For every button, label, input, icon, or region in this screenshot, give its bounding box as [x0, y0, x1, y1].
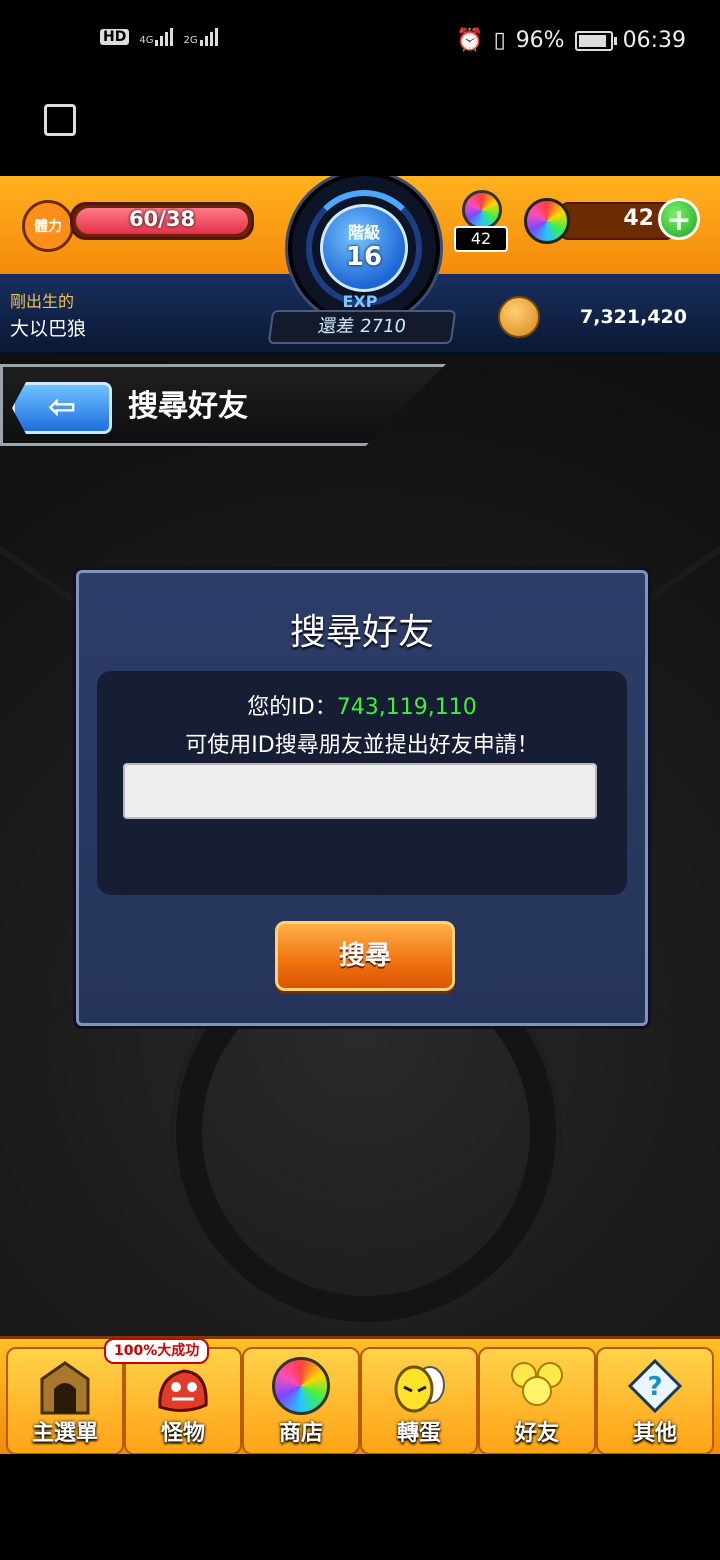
status-bar: HD 4G 2G ⏰ ▯ 96% 06:39	[0, 0, 720, 84]
tab-main-menu[interactable]: 主選單	[6, 1347, 124, 1454]
orb-count: 42	[623, 206, 654, 231]
success-badge: 100%大成功	[104, 1338, 210, 1364]
gold-coin-icon	[498, 296, 540, 338]
tab-others[interactable]: ? 其他	[596, 1347, 714, 1454]
signal-icon: 4G	[139, 28, 174, 46]
tab-label: 其他	[632, 1421, 677, 1446]
orb-icon	[524, 198, 570, 244]
tab-label: 商店	[278, 1421, 323, 1446]
tab-label: 怪物	[160, 1421, 205, 1446]
stamina-bar: 60/38	[70, 202, 254, 240]
gate-icon	[40, 1361, 90, 1415]
alarm-icon: ⏰	[456, 28, 484, 53]
stamina-text: 60/38	[128, 207, 196, 231]
orb-icon	[272, 1357, 330, 1415]
orb-box-count: 42	[454, 226, 508, 252]
player-id-line: 您的ID：743,119,110	[97, 689, 627, 721]
battery-icon	[574, 30, 617, 51]
egg-icon	[394, 1365, 445, 1413]
player-title: 剛出生的	[10, 292, 75, 311]
dialog-content: 您的ID：743,119,110 可使用ID搜尋朋友並提出好友申請！	[97, 671, 627, 895]
gold-amount: 7,321,420	[580, 306, 687, 328]
search-button[interactable]: 搜尋	[275, 921, 455, 991]
id-value: 743,119,110	[336, 695, 477, 720]
recent-apps-icon[interactable]	[44, 104, 76, 136]
rainbow-orb-icon	[462, 190, 502, 230]
exp-remaining: 還差 2710	[267, 310, 457, 344]
monster-icon	[158, 1369, 208, 1412]
battery-percent: 96%	[515, 28, 565, 53]
status-right: ⏰ ▯ 96% 06:39	[456, 28, 686, 53]
tab-friends[interactable]: 好友	[478, 1347, 596, 1454]
rank-value: 16	[345, 242, 383, 272]
dialog-title: 搜尋好友	[289, 612, 434, 653]
clock: 06:39	[622, 28, 686, 53]
orb-box-button[interactable]: 42	[452, 190, 508, 252]
exp-label: EXP	[342, 292, 378, 311]
vibrate-icon: ▯	[493, 28, 506, 53]
id-label: 您的ID：	[247, 695, 337, 720]
friends-icon	[511, 1362, 563, 1406]
network-type-1: 4G	[139, 35, 154, 46]
player-name: 大以巴狼	[10, 318, 87, 340]
buy-orb-button[interactable]: +	[658, 198, 700, 240]
stamina-icon: 體力	[22, 200, 74, 252]
search-friend-dialog: 搜尋好友 您的ID：743,119,110 可使用ID搜尋朋友並提出好友申請！ …	[76, 570, 648, 1026]
network-indicators: HD 4G 2G	[100, 28, 218, 46]
tab-shop[interactable]: 商店	[242, 1347, 360, 1454]
question-icon: ?	[627, 1358, 683, 1414]
help-text: 可使用ID搜尋朋友並提出好友申請！	[185, 733, 539, 758]
system-nav-area	[0, 1454, 720, 1560]
back-arrow-icon: ⇦	[47, 387, 77, 427]
tab-label: 主選單	[31, 1421, 98, 1446]
rank-core: 階級 16	[320, 204, 408, 292]
svg-text:?: ?	[647, 1372, 662, 1402]
tab-label: 好友	[514, 1421, 559, 1446]
page-title: 搜尋好友	[128, 389, 248, 424]
network-type-2: 2G	[183, 35, 198, 46]
back-button[interactable]: ⇦	[12, 382, 112, 434]
orb-counter: 42	[560, 202, 674, 240]
tab-label: 轉蛋	[396, 1421, 441, 1446]
friend-id-input[interactable]	[123, 763, 597, 819]
signal-icon-2: 2G	[183, 28, 218, 46]
tab-gacha[interactable]: 轉蛋	[360, 1347, 478, 1454]
rank-label: 階級	[347, 223, 380, 242]
game-screen: 體力 60/38 階級 16 EXP 還差 2710 42 42 + 剛出生的 …	[0, 176, 720, 1454]
hd-indicator: HD	[100, 29, 130, 45]
